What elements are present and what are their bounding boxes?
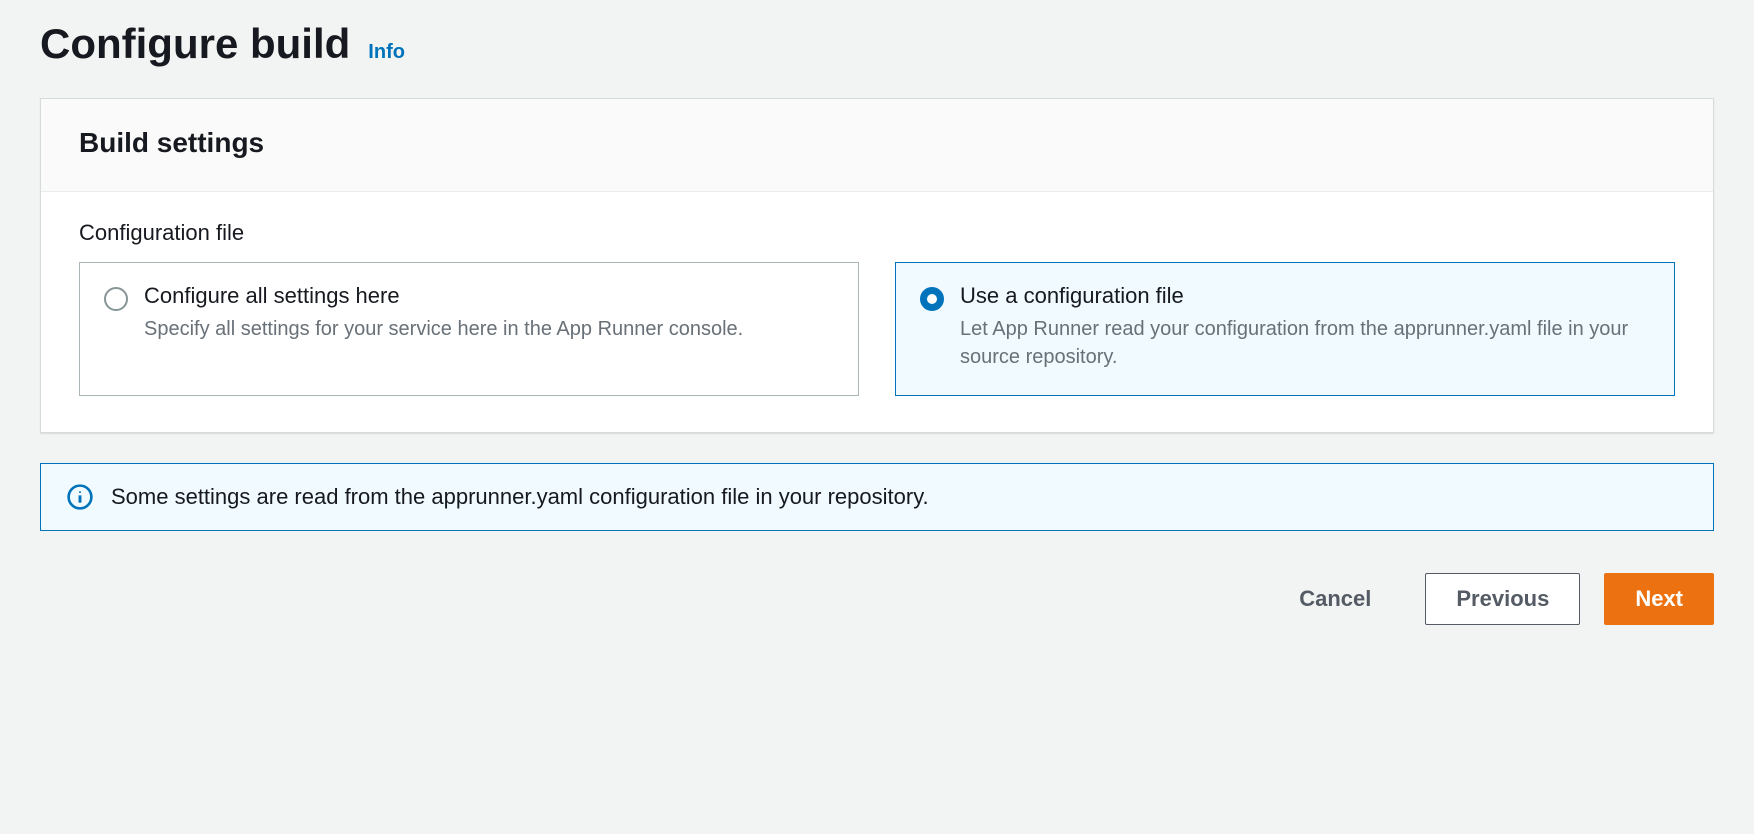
wizard-button-row: Cancel Previous Next bbox=[40, 573, 1714, 625]
panel-title: Build settings bbox=[79, 127, 1675, 159]
tile-title-use-config-file: Use a configuration file bbox=[960, 283, 1650, 309]
configuration-file-label: Configuration file bbox=[79, 220, 1675, 246]
page-title: Configure build bbox=[40, 20, 350, 68]
tile-desc-use-config-file: Let App Runner read your configuration f… bbox=[960, 315, 1650, 371]
cancel-button[interactable]: Cancel bbox=[1269, 574, 1401, 624]
radio-use-config-file[interactable] bbox=[920, 287, 944, 311]
panel-header: Build settings bbox=[41, 99, 1713, 192]
panel-body: Configuration file Configure all setting… bbox=[41, 192, 1713, 432]
info-link[interactable]: Info bbox=[368, 41, 405, 64]
tile-title-configure-here: Configure all settings here bbox=[144, 283, 834, 309]
radio-configure-here[interactable] bbox=[104, 287, 128, 311]
tile-configure-here[interactable]: Configure all settings here Specify all … bbox=[79, 262, 859, 396]
build-settings-panel: Build settings Configuration file Config… bbox=[40, 98, 1714, 433]
previous-button[interactable]: Previous bbox=[1425, 573, 1580, 625]
info-icon bbox=[67, 484, 93, 510]
tile-desc-configure-here: Specify all settings for your service he… bbox=[144, 315, 834, 343]
configuration-tile-row: Configure all settings here Specify all … bbox=[79, 262, 1675, 396]
tile-use-config-file[interactable]: Use a configuration file Let App Runner … bbox=[895, 262, 1675, 396]
next-button[interactable]: Next bbox=[1604, 573, 1714, 625]
alert-text: Some settings are read from the apprunne… bbox=[111, 484, 929, 510]
info-alert: Some settings are read from the apprunne… bbox=[40, 463, 1714, 531]
